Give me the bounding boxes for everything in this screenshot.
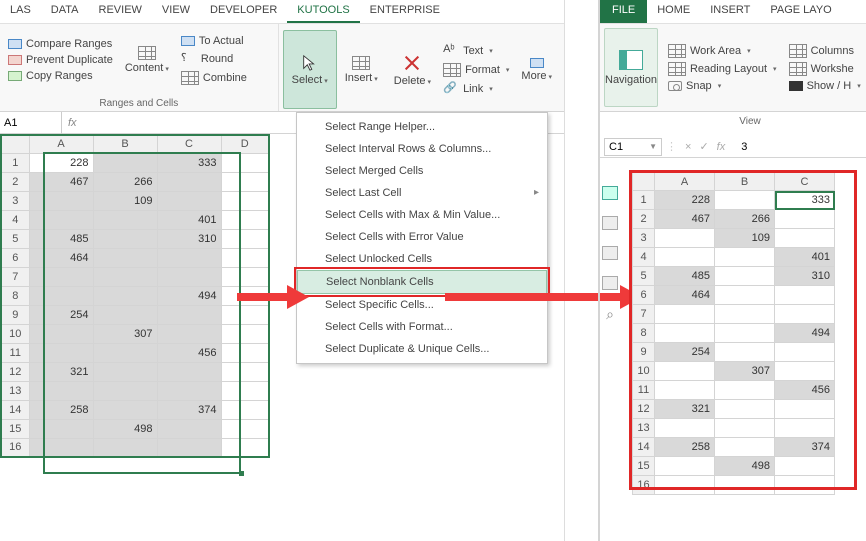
confirm-icon[interactable]: ✓ (699, 140, 708, 153)
ribbon-tabs-left: LAS DATA REVIEW VIEW DEVELOPER KUTOOLS E… (0, 0, 564, 24)
label: More (521, 70, 552, 82)
show-hide-button[interactable]: Show / H (785, 79, 865, 93)
label: Prevent Duplicate (26, 54, 113, 66)
snap-button[interactable]: Snap (664, 79, 781, 93)
label: Show / H (807, 80, 852, 92)
round-button[interactable]: ⸮Round (177, 50, 251, 68)
label: Work Area (690, 45, 741, 57)
tab-enterprise[interactable]: ENTERPRISE (360, 0, 450, 23)
combine-button[interactable]: Combine (177, 70, 251, 86)
label: Round (201, 53, 233, 65)
label: Insert (345, 72, 378, 84)
content-button[interactable]: Content (117, 26, 177, 94)
label: Link (463, 83, 483, 95)
navigation-button[interactable]: Navigation (604, 28, 658, 107)
arrow-to-menu (237, 287, 307, 307)
sidetool-find[interactable]: ⌕ (606, 306, 614, 323)
label: Delete (394, 75, 431, 87)
formula-input-right[interactable]: 3 (733, 141, 747, 153)
menu-item[interactable]: Select Merged Cells (297, 160, 547, 182)
side-toolbar: ⌕ (596, 176, 624, 506)
ribbon-tabs-right: FILE HOME INSERT PAGE LAYO (600, 0, 866, 24)
label: Snap (686, 80, 712, 92)
select-dropdown-menu: Select Range Helper...Select Interval Ro… (296, 112, 548, 364)
fx-icon[interactable]: fx (62, 117, 83, 129)
compare-ranges-button[interactable]: Compare Ranges (4, 37, 117, 51)
insert-icon (352, 56, 370, 70)
tab-review[interactable]: REVIEW (89, 0, 152, 23)
tab-view[interactable]: VIEW (152, 0, 200, 23)
label: Reading Layout (690, 63, 767, 75)
format-button[interactable]: Format (439, 62, 513, 78)
group-title: Ranges and Cells (0, 96, 278, 111)
reading-layout-button[interactable]: Reading Layout (664, 61, 781, 77)
name-box[interactable]: A1 (0, 112, 62, 134)
label: Navigation (605, 74, 657, 86)
menu-item[interactable]: Select Range Helper... (297, 116, 547, 138)
sidetool-3[interactable] (602, 246, 618, 260)
select-button[interactable]: Select (283, 30, 337, 109)
tab-kutools[interactable]: KUTOOLS (287, 0, 359, 23)
tab-insert[interactable]: INSERT (700, 0, 760, 23)
ribbon-right: Navigation Work Area Reading Layout Snap… (600, 24, 866, 112)
more-button[interactable]: More (513, 30, 560, 109)
cursor-icon (301, 54, 319, 72)
menu-item[interactable]: Select Duplicate & Unique Cells... (297, 338, 547, 360)
menu-item[interactable]: Select Unlocked Cells (297, 248, 547, 270)
sidetool-1[interactable] (602, 186, 618, 200)
tab-home[interactable]: HOME (647, 0, 700, 23)
tab-las[interactable]: LAS (0, 0, 41, 23)
label: Format (465, 64, 500, 76)
navigation-icon (619, 50, 643, 70)
sidetool-4[interactable] (602, 276, 618, 290)
label: Copy Ranges (26, 70, 93, 82)
work-area-button[interactable]: Work Area (664, 43, 781, 59)
content-icon (138, 46, 156, 60)
label: Combine (203, 72, 247, 84)
sidetool-2[interactable] (602, 216, 618, 230)
label: To Actual (199, 35, 244, 47)
label: Compare Ranges (26, 38, 112, 50)
formula-bar-right: C1▼ ⋮ × ✓ fx 3 (600, 136, 866, 158)
name-box-right[interactable]: C1▼ (604, 138, 662, 156)
insert-button[interactable]: Insert (337, 30, 386, 109)
tab-developer[interactable]: DEVELOPER (200, 0, 287, 23)
to-actual-button[interactable]: To Actual (177, 34, 251, 48)
group-title-view: View (660, 116, 840, 127)
worksheet-button[interactable]: Workshe (785, 61, 865, 77)
text-button[interactable]: AᵇText (439, 42, 513, 60)
menu-item[interactable]: Select Cells with Max & Min Value... (297, 204, 547, 226)
cancel-icon[interactable]: × (685, 141, 691, 153)
tab-pagelayout[interactable]: PAGE LAYO (760, 0, 841, 23)
link-button[interactable]: 🔗Link (439, 80, 513, 98)
label: Content (125, 62, 169, 74)
fill-handle[interactable] (239, 471, 244, 476)
grid-right[interactable]: ABC1228333246726631094401548531064647849… (632, 172, 835, 495)
tab-file[interactable]: FILE (600, 0, 647, 23)
label: Select (292, 74, 328, 86)
copy-ranges-button[interactable]: Copy Ranges (4, 69, 117, 83)
camera-icon (668, 81, 682, 91)
delete-icon (402, 53, 422, 73)
delete-button[interactable]: Delete (386, 30, 439, 109)
more-icon (530, 58, 544, 68)
menu-item[interactable]: Select Cells with Error Value (297, 226, 547, 248)
tab-data[interactable]: DATA (41, 0, 89, 23)
fx-icon[interactable]: fx (717, 141, 726, 153)
prevent-duplicate-button[interactable]: Prevent Duplicate (4, 53, 117, 67)
menu-item[interactable]: Select Last Cell (297, 182, 547, 204)
columns-button[interactable]: Columns (785, 43, 865, 59)
label: Workshe (811, 63, 854, 75)
menu-item[interactable]: Select Cells with Format... (297, 316, 547, 338)
ribbon-left: Compare Ranges Prevent Duplicate Copy Ra… (0, 24, 564, 112)
grid-left[interactable]: ABCD122833324672663109440154853106464784… (0, 134, 270, 458)
label: Text (463, 45, 483, 57)
label: Columns (811, 45, 854, 57)
menu-item[interactable]: Select Interval Rows & Columns... (297, 138, 547, 160)
left-pane: LAS DATA REVIEW VIEW DEVELOPER KUTOOLS E… (0, 0, 565, 541)
